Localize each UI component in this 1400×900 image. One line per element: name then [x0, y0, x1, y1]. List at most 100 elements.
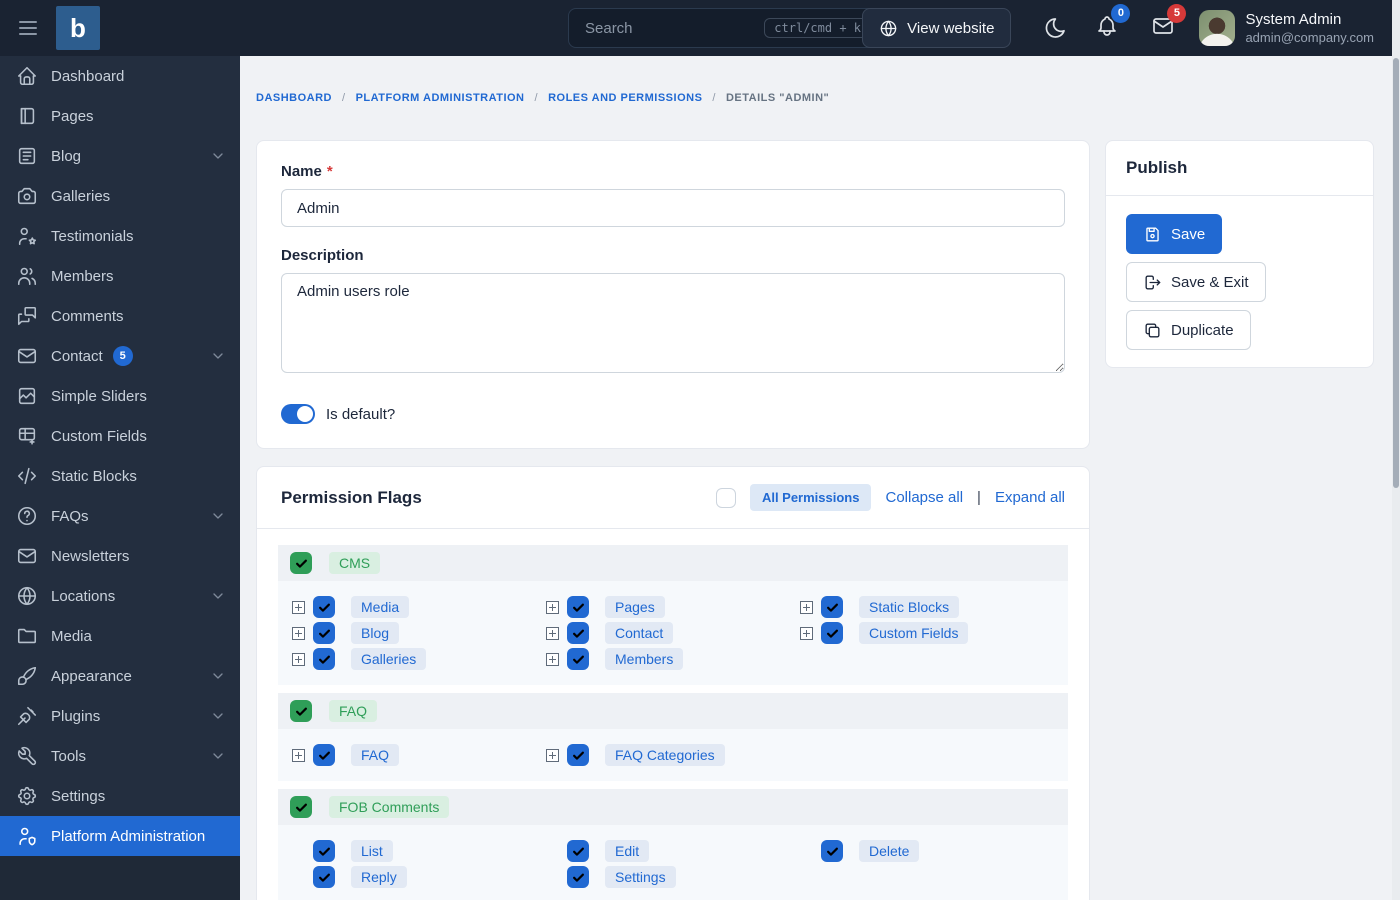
- sidebar-item-blog[interactable]: Blog: [0, 136, 240, 176]
- permission-group-cms: CMS Media Pages Static Blocks Blog Contact Cus…: [278, 545, 1068, 685]
- permission-label[interactable]: Pages: [605, 596, 665, 618]
- expand-icon[interactable]: [546, 626, 559, 640]
- expand-icon[interactable]: [546, 748, 559, 762]
- is-default-toggle[interactable]: [281, 404, 315, 424]
- group-checkbox[interactable]: [290, 552, 312, 574]
- view-website-button[interactable]: View website: [862, 8, 1012, 48]
- required-mark: *: [326, 163, 333, 180]
- permission-label[interactable]: Blog: [351, 622, 400, 644]
- sidebar-item-faqs[interactable]: FAQs: [0, 496, 240, 536]
- description-field[interactable]: Admin users role: [281, 273, 1065, 373]
- sidebar-item-contact[interactable]: Contact 5: [0, 336, 240, 376]
- save-button[interactable]: Save: [1126, 214, 1223, 254]
- sidebar-item-dashboard[interactable]: Dashboard: [0, 56, 240, 96]
- permission-checkbox[interactable]: [821, 840, 843, 862]
- permission-label[interactable]: Settings: [605, 866, 676, 888]
- sidebar-item-members[interactable]: Members: [0, 256, 240, 296]
- permission-checkbox[interactable]: [567, 744, 589, 766]
- notifications-button[interactable]: 0: [1095, 3, 1131, 43]
- permission-checkbox[interactable]: [313, 840, 335, 862]
- permission-label[interactable]: FAQ Categories: [605, 744, 725, 766]
- user-avatar[interactable]: [1199, 10, 1236, 46]
- all-permissions-badge[interactable]: All Permissions: [749, 484, 872, 511]
- permission-checkbox[interactable]: [567, 648, 589, 670]
- permission-label[interactable]: Members: [605, 648, 684, 670]
- sidebar-item-settings[interactable]: Settings: [0, 776, 240, 816]
- permission-checkbox[interactable]: [567, 622, 589, 644]
- group-name-badge[interactable]: FAQ: [329, 700, 378, 722]
- sidebar-item-testimonials[interactable]: Testimonials: [0, 216, 240, 256]
- permission-checkbox[interactable]: [313, 744, 335, 766]
- sidebar-item-galleries[interactable]: Galleries: [0, 176, 240, 216]
- permission-checkbox[interactable]: [313, 596, 335, 618]
- duplicate-button[interactable]: Duplicate: [1126, 310, 1251, 350]
- breadcrumb-separator: /: [712, 92, 716, 104]
- permission-label[interactable]: FAQ: [351, 744, 400, 766]
- menu-icon[interactable]: [16, 16, 40, 40]
- permission-label[interactable]: Delete: [859, 840, 920, 862]
- expand-all-link[interactable]: Expand all: [995, 489, 1065, 506]
- collapse-all-link[interactable]: Collapse all: [885, 489, 963, 506]
- permission-label[interactable]: List: [351, 840, 393, 862]
- permission-checkbox[interactable]: [313, 622, 335, 644]
- group-name-badge[interactable]: FOB Comments: [329, 796, 450, 818]
- app-logo[interactable]: b: [56, 6, 100, 50]
- permission-label[interactable]: Contact: [605, 622, 674, 644]
- search-input[interactable]: Search ctrl/cmd + k: [568, 8, 880, 48]
- scrollbar-thumb[interactable]: [1393, 58, 1399, 488]
- permission-label[interactable]: Galleries: [351, 648, 427, 670]
- search-shortcut-hint: ctrl/cmd + k: [764, 18, 871, 38]
- permission-label[interactable]: Edit: [605, 840, 650, 862]
- permission-checkbox[interactable]: [567, 840, 589, 862]
- breadcrumb-item[interactable]: PLATFORM ADMINISTRATION: [356, 92, 525, 104]
- expand-icon[interactable]: [800, 626, 813, 640]
- photo-icon: [16, 385, 38, 407]
- expand-icon[interactable]: [546, 652, 559, 666]
- sidebar-item-media[interactable]: Media: [0, 616, 240, 656]
- sidebar-item-locations[interactable]: Locations: [0, 576, 240, 616]
- group-name-badge[interactable]: CMS: [329, 552, 381, 574]
- dark-mode-toggle-icon[interactable]: [1043, 16, 1067, 40]
- permission-checkbox[interactable]: [313, 648, 335, 670]
- breadcrumb-item[interactable]: DASHBOARD: [256, 92, 332, 104]
- permission-label[interactable]: Custom Fields: [859, 622, 969, 644]
- sidebar-item-tools[interactable]: Tools: [0, 736, 240, 776]
- copy-icon: [1145, 322, 1160, 338]
- sidebar-item-newsletters[interactable]: Newsletters: [0, 536, 240, 576]
- save-exit-button[interactable]: Save & Exit: [1126, 262, 1266, 302]
- permission-checkbox[interactable]: [821, 622, 843, 644]
- expand-icon[interactable]: [800, 600, 813, 614]
- permission-checkbox[interactable]: [313, 866, 335, 888]
- all-permissions-checkbox[interactable]: [715, 487, 736, 508]
- permission-label[interactable]: Reply: [351, 866, 407, 888]
- user-menu[interactable]: System Admin admin@company.com: [1245, 10, 1374, 46]
- permission-label[interactable]: Media: [351, 596, 410, 618]
- sidebar-item-simple-sliders[interactable]: Simple Sliders: [0, 376, 240, 416]
- sidebar-filler: [0, 856, 240, 900]
- sidebar-item-custom-fields[interactable]: Custom Fields: [0, 416, 240, 456]
- sidebar-item-plugins[interactable]: Plugins: [0, 696, 240, 736]
- scrollbar-track[interactable]: [1392, 0, 1400, 900]
- expand-icon[interactable]: [546, 600, 559, 614]
- save-exit-button-label: Save & Exit: [1171, 273, 1249, 291]
- expand-icon[interactable]: [292, 748, 305, 762]
- permission-label[interactable]: Static Blocks: [859, 596, 960, 618]
- sidebar-item-platform-administration[interactable]: Platform Administration: [0, 816, 240, 856]
- sidebar-item-appearance[interactable]: Appearance: [0, 656, 240, 696]
- expand-icon[interactable]: [292, 626, 305, 640]
- permission-checkbox[interactable]: [567, 596, 589, 618]
- sidebar-item-static-blocks[interactable]: Static Blocks: [0, 456, 240, 496]
- permission-item-galleries: Galleries: [292, 646, 546, 672]
- name-field[interactable]: [281, 189, 1065, 227]
- group-checkbox[interactable]: [290, 700, 312, 722]
- permission-checkbox[interactable]: [567, 866, 589, 888]
- messages-button[interactable]: 5: [1151, 3, 1187, 43]
- sidebar-item-pages[interactable]: Pages: [0, 96, 240, 136]
- breadcrumb-item[interactable]: ROLES AND PERMISSIONS: [548, 92, 702, 104]
- group-checkbox[interactable]: [290, 796, 312, 818]
- expand-icon[interactable]: [292, 600, 305, 614]
- sidebar-item-comments[interactable]: Comments: [0, 296, 240, 336]
- permission-checkbox[interactable]: [821, 596, 843, 618]
- expand-icon[interactable]: [292, 652, 305, 666]
- chevron-down-icon: [210, 588, 226, 604]
